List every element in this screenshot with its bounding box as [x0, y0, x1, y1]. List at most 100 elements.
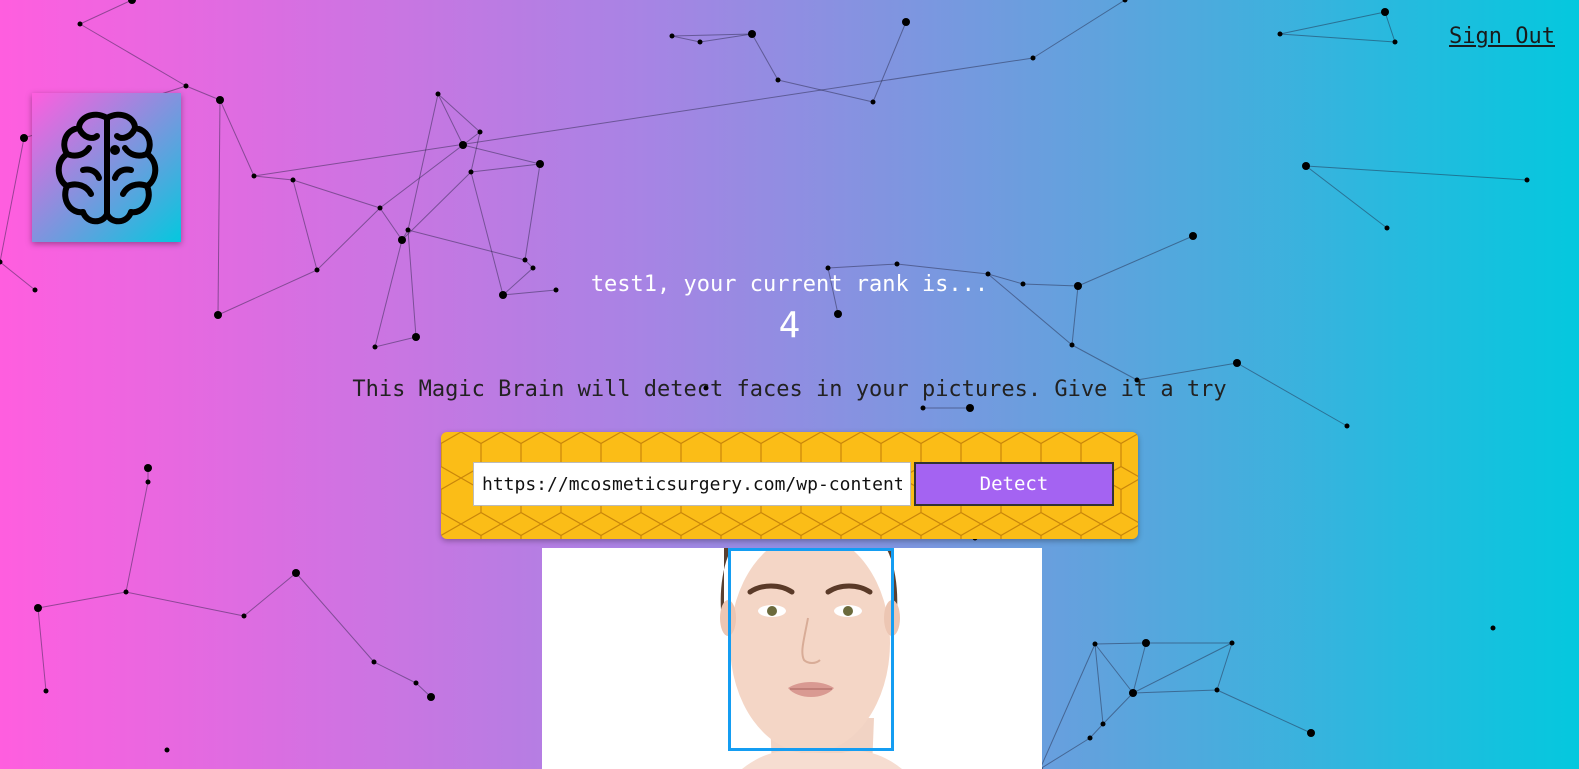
particle-link	[407, 229, 526, 261]
particle-dot	[1524, 177, 1530, 183]
particle-dot	[1214, 687, 1220, 693]
particle-link	[1384, 11, 1396, 43]
particle-dot	[34, 604, 42, 612]
particle-dot	[1030, 55, 1036, 61]
particle-link	[219, 99, 255, 177]
particle-link	[185, 85, 221, 101]
particle-link	[125, 591, 245, 617]
particle-dot	[1302, 162, 1310, 170]
particle-dot	[1189, 232, 1197, 240]
particle-link	[872, 21, 907, 103]
particle-link	[671, 35, 701, 43]
particle-dot	[216, 96, 224, 104]
face-bounding-box	[728, 548, 894, 751]
particle-dot	[870, 99, 876, 105]
particle-dot	[1344, 423, 1350, 429]
particle-link	[37, 607, 47, 692]
particle-dot	[966, 404, 974, 412]
particle-dot	[413, 680, 419, 686]
detect-button[interactable]: Detect	[914, 462, 1114, 506]
particle-link	[1132, 642, 1233, 694]
particle-dot	[920, 405, 926, 411]
particle-link	[524, 163, 541, 261]
intro-text: This Magic Brain will detect faces in yo…	[352, 377, 1227, 402]
particle-dot	[748, 30, 756, 38]
particle-dot	[371, 659, 377, 665]
result-image	[542, 548, 1042, 769]
particle-link	[470, 163, 541, 173]
particle-link	[1089, 723, 1104, 739]
particle-link	[1094, 642, 1147, 645]
particle-link	[751, 33, 779, 81]
particle-dot	[825, 265, 831, 271]
particle-dot	[1087, 735, 1093, 741]
particle-link	[1279, 11, 1386, 35]
particle-link	[253, 57, 1034, 177]
brain-icon	[55, 111, 158, 224]
logo	[32, 93, 181, 242]
particle-link	[437, 93, 464, 146]
particle-dot	[292, 569, 300, 577]
particle-dot	[1381, 8, 1389, 16]
particle-dot	[468, 169, 474, 175]
particle-dot	[1277, 31, 1283, 37]
particle-link	[1279, 33, 1396, 43]
particle-dot	[144, 464, 152, 472]
particle-dot	[77, 21, 83, 27]
particle-dot	[1392, 39, 1398, 45]
particle-dot	[1233, 359, 1241, 367]
particle-dot	[669, 33, 675, 39]
particle-link	[373, 661, 417, 684]
particle-link	[379, 207, 403, 241]
particle-dot	[43, 688, 49, 694]
particle-link	[1071, 344, 1138, 381]
particle-link	[0, 137, 25, 263]
particle-link	[37, 591, 127, 609]
particle-dot	[1229, 640, 1235, 646]
particle-link	[253, 175, 294, 181]
particle-dot	[1307, 729, 1315, 737]
particle-link	[125, 481, 149, 593]
particle-dot	[377, 205, 383, 211]
particle-dot	[894, 261, 900, 267]
sign-out-link[interactable]: Sign Out	[1449, 24, 1555, 49]
particle-dot	[145, 479, 151, 485]
particle-dot	[1129, 689, 1137, 697]
particle-dot	[1092, 641, 1098, 647]
image-url-input[interactable]	[473, 462, 911, 506]
particle-dot	[477, 129, 483, 135]
particle-link	[401, 171, 472, 241]
particle-link	[316, 207, 381, 271]
particle-dot	[1384, 225, 1390, 231]
particle-dot	[398, 236, 406, 244]
particle-dot	[435, 91, 441, 97]
particle-link	[79, 23, 187, 87]
particle-dot	[251, 173, 257, 179]
particle-dot	[536, 160, 544, 168]
particle-link	[1305, 165, 1528, 181]
particle-link	[243, 572, 297, 617]
particle-link	[1102, 692, 1134, 725]
particle-dot	[1100, 721, 1106, 727]
particle-link	[379, 144, 464, 209]
particle-link	[777, 79, 874, 103]
particle-link	[1032, 0, 1126, 59]
particle-link	[79, 0, 133, 25]
particle-dot	[522, 257, 528, 263]
particle-link	[1132, 689, 1218, 694]
particle-dot	[183, 83, 189, 89]
particle-dot	[164, 747, 170, 753]
particle-link	[1216, 642, 1233, 691]
particle-link	[292, 179, 381, 209]
particle-dot	[123, 589, 129, 595]
particle-link	[1132, 642, 1147, 694]
particle-dot	[241, 613, 247, 619]
particle-link	[295, 572, 375, 663]
particle-link	[1039, 737, 1091, 769]
particle-dot	[405, 227, 411, 233]
particle-link	[1216, 689, 1312, 734]
particle-link	[827, 263, 898, 269]
particle-link	[1039, 643, 1096, 769]
image-link-form: Detect	[441, 432, 1138, 539]
particle-dot	[902, 18, 910, 26]
